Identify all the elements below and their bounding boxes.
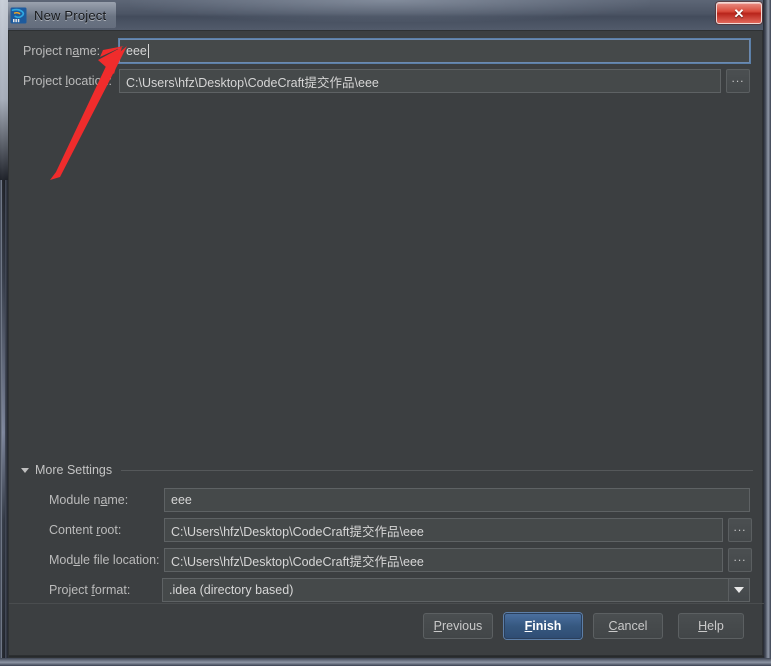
more-settings-divider <box>121 470 753 471</box>
titlebar-sheen <box>130 0 650 22</box>
project-name-label: Project name: <box>23 44 101 58</box>
window-frame-left <box>0 0 8 666</box>
module-file-location-input[interactable]: C:\Users\hfz\Desktop\CodeCraft提交作品\eee <box>164 548 723 572</box>
project-format-select[interactable]: .idea (directory based) <box>162 578 750 602</box>
ellipsis-icon: ... <box>733 549 747 564</box>
project-name-row: Project name: eee <box>9 39 764 65</box>
project-name-input[interactable]: eee <box>119 39 750 63</box>
project-location-label: Project location: <box>23 74 112 88</box>
module-file-location-row: Module file location: C:\Users\hfz\Deskt… <box>9 545 764 575</box>
close-window-button[interactable]: ✕ <box>716 2 762 24</box>
text-caret <box>147 44 149 58</box>
content-root-label: Content root: <box>49 523 122 537</box>
window-title: New Project <box>34 7 107 23</box>
new-project-window: New Project ✕ Project name: eee Project … <box>0 0 771 666</box>
project-location-value: C:\Users\hfz\Desktop\CodeCraft提交作品\eee <box>126 75 379 90</box>
project-format-row: Project format: .idea (directory based) <box>9 575 764 605</box>
content-root-browse-button[interactable]: ... <box>728 518 752 542</box>
button-bar: Previous Finish Cancel Help <box>9 603 764 657</box>
ellipsis-icon: ... <box>731 70 745 85</box>
window-frame-right <box>763 0 771 666</box>
module-file-location-browse-button[interactable]: ... <box>728 548 752 572</box>
intellij-idea-icon <box>10 7 27 24</box>
module-name-input[interactable]: eee <box>164 488 750 512</box>
window-frame-bottom <box>0 658 771 666</box>
project-format-label: Project format: <box>49 583 131 597</box>
title-group: New Project <box>6 2 117 28</box>
more-settings-toggle[interactable]: More Settings <box>21 463 112 477</box>
content-root-value: C:\Users\hfz\Desktop\CodeCraft提交作品\eee <box>171 524 424 539</box>
help-button[interactable]: Help <box>678 613 744 639</box>
ellipsis-icon: ... <box>733 519 747 534</box>
dialog-body: Project name: eee Project location: C:\U… <box>8 30 764 658</box>
more-settings-rows: Module name: eee Content root: C:\Users\… <box>9 485 764 605</box>
project-location-browse-button[interactable]: ... <box>726 69 750 93</box>
project-format-value: .idea (directory based) <box>169 583 294 597</box>
button-bar-bottom-edge <box>9 655 764 657</box>
module-name-label: Module name: <box>49 493 129 507</box>
module-name-value: eee <box>171 493 192 507</box>
module-file-location-label: Module file location: <box>49 553 160 567</box>
title-bar[interactable]: New Project ✕ <box>0 0 771 30</box>
finish-button[interactable]: Finish <box>504 613 582 639</box>
project-location-row: Project location: C:\Users\hfz\Desktop\C… <box>9 69 764 95</box>
chevron-down-icon <box>734 587 744 593</box>
project-location-input[interactable]: C:\Users\hfz\Desktop\CodeCraft提交作品\eee <box>119 69 721 93</box>
more-settings-label: More Settings <box>35 463 113 477</box>
content-root-input[interactable]: C:\Users\hfz\Desktop\CodeCraft提交作品\eee <box>164 518 723 542</box>
window-frame-left-glow <box>0 0 8 180</box>
module-name-row: Module name: eee <box>9 485 764 515</box>
previous-button[interactable]: Previous <box>423 613 493 639</box>
project-name-value: eee <box>126 44 147 58</box>
cancel-button[interactable]: Cancel <box>593 613 663 639</box>
window-frame-left-sheen <box>2 180 5 666</box>
content-root-row: Content root: C:\Users\hfz\Desktop\CodeC… <box>9 515 764 545</box>
chevron-down-icon <box>21 467 29 473</box>
module-file-location-value: C:\Users\hfz\Desktop\CodeCraft提交作品\eee <box>171 554 424 569</box>
close-icon: ✕ <box>733 5 745 21</box>
dropdown-arrow-button[interactable] <box>728 579 749 601</box>
